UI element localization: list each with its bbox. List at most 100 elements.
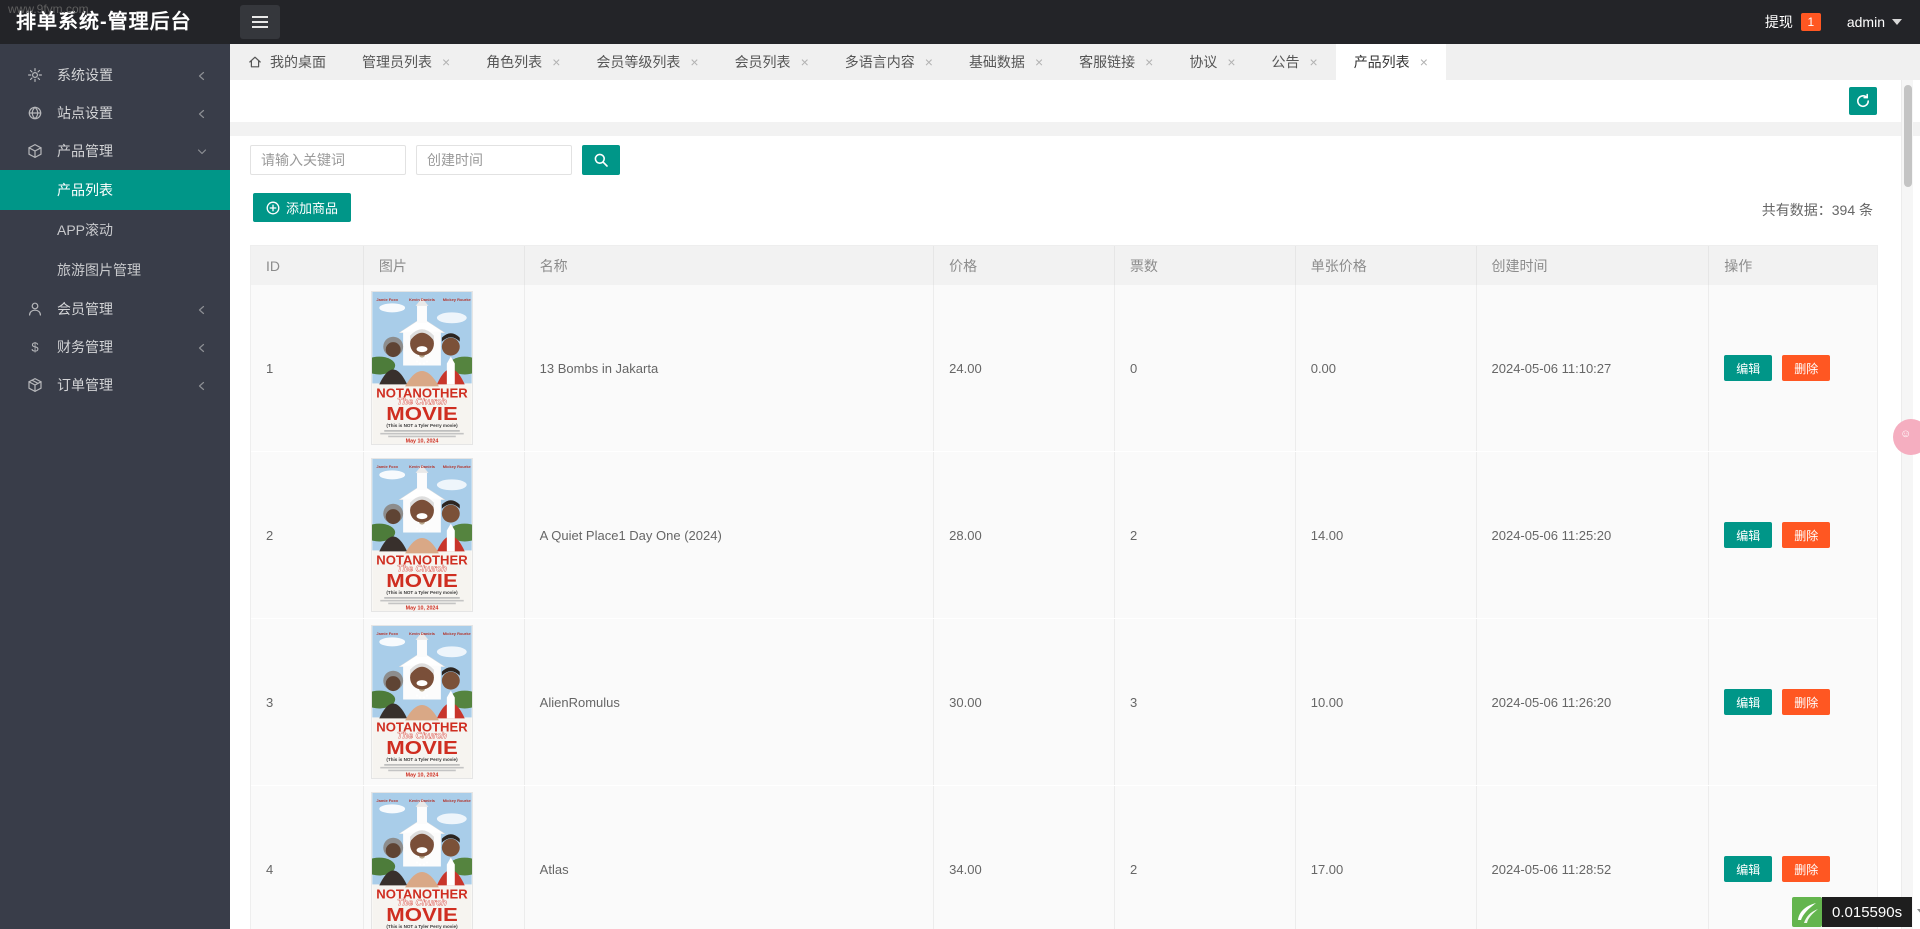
cell-id: 1	[251, 285, 364, 451]
svg-text:(This is NOT a Tyler Perry mov: (This is NOT a Tyler Perry movie)	[386, 757, 458, 762]
sidebar-item-label: 系统设置	[57, 65, 113, 85]
svg-text:MOVIE: MOVIE	[386, 403, 458, 424]
tab[interactable]: 产品列表 ×	[1336, 44, 1446, 80]
sidebar-item-product-list[interactable]: 产品列表	[0, 170, 230, 210]
sidebar-item-product-management[interactable]: 产品管理	[0, 132, 230, 170]
edit-button[interactable]: 编辑	[1724, 355, 1772, 381]
tab-label: 我的桌面	[270, 52, 326, 72]
create-time-input[interactable]	[416, 145, 572, 175]
tab-close-icon[interactable]: ×	[1145, 55, 1153, 69]
chevron-left-icon	[196, 303, 208, 315]
edit-button[interactable]: 编辑	[1724, 689, 1772, 715]
withdraw-menu[interactable]: 提现 1	[1765, 12, 1821, 32]
tab-label: 协议	[1189, 52, 1217, 72]
table-row: 2	[251, 452, 1877, 619]
admin-app: 排单系统-管理后台 提现 1 admin www.9fym.com 系统设置 站…	[0, 0, 1920, 929]
tab-close-icon[interactable]: ×	[801, 55, 809, 69]
delete-button[interactable]: 删除	[1782, 689, 1830, 715]
cell-price: 28.00	[934, 452, 1115, 618]
refresh-icon	[1855, 93, 1871, 109]
product-poster-image: Jamie Foxx Kevin Daniels Mickey Rourke N…	[372, 626, 472, 778]
svg-text:Jamie Foxx: Jamie Foxx	[376, 297, 398, 302]
chevron-left-icon	[196, 341, 208, 353]
tab[interactable]: 协议 ×	[1171, 44, 1253, 80]
refresh-button[interactable]	[1849, 87, 1877, 115]
svg-text:Jamie Foxx: Jamie Foxx	[376, 798, 398, 803]
sidebar: 系统设置 站点设置 产品管理 产品列表 APP滚动 旅游图片管理 会员管理 $ …	[0, 44, 230, 929]
tab[interactable]: 基础数据 ×	[951, 44, 1061, 80]
sidebar-item-finance-management[interactable]: $ 财务管理	[0, 328, 230, 366]
tab-close-icon[interactable]: ×	[925, 55, 933, 69]
cell-price: 24.00	[934, 285, 1115, 451]
tab-label: 公告	[1272, 52, 1300, 72]
tab-label: 客服链接	[1079, 52, 1135, 72]
withdraw-badge: 1	[1801, 13, 1821, 31]
trace-leaf-icon[interactable]	[1792, 897, 1822, 927]
exec-time-badge[interactable]: 0.015590s	[1822, 897, 1912, 927]
delete-button[interactable]: 删除	[1782, 856, 1830, 882]
cell-actions: 编辑 删除	[1709, 452, 1877, 618]
cell-unit-price: 17.00	[1296, 786, 1477, 929]
tab[interactable]: 我的桌面	[230, 44, 344, 80]
svg-text:(This is NOT a Tyler Perry mov: (This is NOT a Tyler Perry movie)	[386, 423, 458, 428]
table-row: 1	[251, 285, 1877, 452]
site-icon	[27, 105, 43, 121]
delete-button[interactable]: 删除	[1782, 355, 1830, 381]
edit-button[interactable]: 编辑	[1724, 522, 1772, 548]
svg-text:Mickey Rourke: Mickey Rourke	[443, 297, 472, 302]
tab[interactable]: 管理员列表 ×	[344, 44, 468, 80]
sidebar-item-label: 订单管理	[57, 375, 113, 395]
tab[interactable]: 角色列表 ×	[468, 44, 578, 80]
total-count: 共有数据：394 条	[1762, 200, 1873, 220]
tab-close-icon[interactable]: ×	[442, 55, 450, 69]
cell-image: Jamie Foxx Kevin Daniels Mickey Rourke N…	[364, 285, 525, 451]
cell-id: 3	[251, 619, 364, 785]
sidebar-item-system-settings[interactable]: 系统设置	[0, 56, 230, 94]
cell-tickets: 2	[1115, 786, 1296, 929]
cell-name: Atlas	[525, 786, 934, 929]
user-menu[interactable]: admin	[1847, 14, 1902, 30]
header-cell: 单张价格	[1296, 246, 1477, 285]
trace-bar: 0.015590s	[1792, 897, 1920, 927]
cell-price: 30.00	[934, 619, 1115, 785]
cell-actions: 编辑 删除	[1709, 619, 1877, 785]
product-table: ID 图片 名称 价格 票数 单张价格 创建时间 操作 1	[250, 245, 1878, 929]
search-button[interactable]	[582, 145, 620, 175]
tab[interactable]: 多语言内容 ×	[827, 44, 951, 80]
tab-close-icon[interactable]: ×	[1035, 55, 1043, 69]
sidebar-item-site-settings[interactable]: 站点设置	[0, 94, 230, 132]
tab-close-icon[interactable]: ×	[1310, 55, 1318, 69]
tab[interactable]: 会员列表 ×	[717, 44, 827, 80]
add-product-button[interactable]: 添加商品	[253, 193, 351, 222]
edit-button[interactable]: 编辑	[1724, 856, 1772, 882]
tab[interactable]: 公告 ×	[1254, 44, 1336, 80]
header-cell: 操作	[1709, 246, 1877, 285]
svg-text:Jamie Foxx: Jamie Foxx	[376, 631, 398, 636]
svg-text:MOVIE: MOVIE	[386, 570, 458, 591]
delete-button[interactable]: 删除	[1782, 522, 1830, 548]
tab-close-icon[interactable]: ×	[1420, 55, 1428, 69]
sidebar-item-app-scroll[interactable]: APP滚动	[0, 210, 230, 250]
tab-label: 管理员列表	[362, 52, 432, 72]
header-cell: ID	[251, 246, 364, 285]
tab[interactable]: 会员等级列表 ×	[578, 44, 716, 80]
tab-close-icon[interactable]: ×	[1227, 55, 1235, 69]
withdraw-label: 提现	[1765, 12, 1793, 32]
sidebar-item-travel-images[interactable]: 旅游图片管理	[0, 250, 230, 290]
tab-close-icon[interactable]: ×	[552, 55, 560, 69]
sidebar-item-member-management[interactable]: 会员管理	[0, 290, 230, 328]
tab-label: 多语言内容	[845, 52, 915, 72]
tab-close-icon[interactable]: ×	[690, 55, 698, 69]
scrollbar-thumb[interactable]	[1904, 85, 1912, 187]
keyword-input[interactable]	[250, 145, 406, 175]
tab[interactable]: 客服链接 ×	[1061, 44, 1171, 80]
watermark: www.9fym.com	[8, 2, 89, 16]
cell-created: 2024-05-06 11:10:27	[1477, 285, 1710, 451]
sidebar-item-order-management[interactable]: 订单管理	[0, 366, 230, 404]
table-row: 3	[251, 619, 1877, 786]
sidebar-collapse-button[interactable]	[240, 5, 280, 39]
header-cell: 名称	[525, 246, 934, 285]
sidebar-submenu-product: 产品列表 APP滚动 旅游图片管理	[0, 170, 230, 290]
svg-text:MOVIE: MOVIE	[386, 737, 458, 758]
cell-id: 2	[251, 452, 364, 618]
